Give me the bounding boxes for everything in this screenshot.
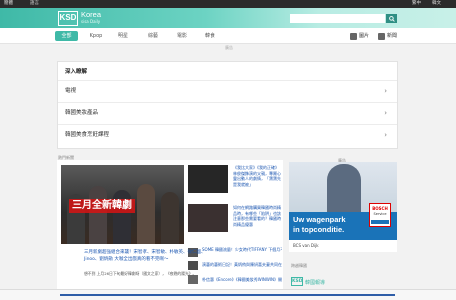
ad-headline-1: Uw wagenpark — [293, 215, 346, 224]
tab-food[interactable]: 韓食 — [202, 31, 218, 41]
headline-overlay-text: 三月全新韓劇 — [69, 199, 135, 213]
chevron-right-icon: › — [384, 131, 387, 139]
image-icon — [350, 32, 357, 40]
site-logo-text[interactable]: Korea — [81, 11, 101, 19]
topbar-link-2[interactable]: 語言 — [30, 0, 39, 8]
ad-label: 廣告 — [225, 45, 233, 50]
headline-image[interactable]: 三月全新韓劇 — [61, 165, 184, 244]
category-nav: 全部 Kpop 明星 綜藝 電影 韓食 圖片 新聞 — [0, 28, 456, 44]
tab-stars[interactable]: 明星 — [115, 31, 131, 41]
tab-variety[interactable]: 綜藝 — [145, 31, 161, 41]
search-button[interactable] — [386, 14, 397, 23]
footer-logo-text: 韓國報導 — [305, 280, 326, 286]
deep-dive-item-cooking[interactable]: 韓國美食烹飪課程 › — [58, 124, 397, 144]
headline-desc: 想不到 上月26日下旬最好韓劇呀（國文之家），《夜晚的陽光》。 — [84, 271, 197, 276]
deep-dive-item-label: 韓國美食烹飪課程 — [65, 132, 110, 138]
topbar-link-1[interactable]: 簡體 — [4, 0, 13, 8]
chevron-right-icon: › — [384, 87, 387, 95]
headline-title[interactable]: 三月新劇超強組合來襲！宋智孝、宋智敏、朴敏英、徐仁國、Jinoo、劉炳勛 大咖全… — [84, 250, 208, 263]
news-icon — [378, 32, 385, 40]
bosch-bar — [371, 220, 389, 224]
deep-dive-item-label: 韓國美妝產品 — [65, 110, 99, 116]
news-tool[interactable]: 新聞 — [378, 31, 397, 41]
side-advertisement[interactable]: Uw wagenpark in topconditie. BOSCH Servi… — [289, 162, 397, 252]
bosch-service-text: Service — [373, 212, 387, 216]
story-thumbnail[interactable] — [188, 165, 228, 193]
deep-dive-item-tv[interactable]: 電視 › — [58, 80, 397, 100]
search-icon — [388, 15, 395, 22]
side-story-title[interactable]: 如何在網路購買韓國時尚精品時，有哪些「陷阱」也該注意那些需要看的？韓國時尚精品優… — [233, 205, 281, 227]
person-figure — [89, 186, 107, 244]
bottom-bar — [0, 289, 456, 300]
tab-movie[interactable]: 電影 — [174, 31, 190, 41]
deep-dive-item-label: 電視 — [65, 88, 77, 94]
side-story-title[interactable]: 演藝的藝術日記！黃炳侑與陳妍喜夫妻共同在節目中揭示小家庭的… — [202, 262, 282, 268]
deep-dive-panel: 深入瞭解 電視 › 韓國美妝產品 › 韓國美食烹飪課程 › — [57, 61, 398, 149]
side-story-title[interactable]: 《我比大家》《我的正確》林俊傑飾演的父親，專屬心靈出動人的劇情，「寶寶先是我就被… — [233, 165, 281, 187]
side-story-title[interactable]: 朴信惠《Encore》《韓國美妝秀WINWIN》開展影響力… — [202, 277, 282, 283]
person-figure — [161, 192, 179, 244]
tab-all[interactable]: 全部 — [55, 31, 78, 41]
images-tool-label: 圖片 — [359, 33, 370, 39]
images-tool[interactable]: 圖片 — [350, 31, 369, 41]
footer-logo[interactable]: KSD — [291, 277, 303, 286]
person-figure — [137, 184, 155, 244]
ad-headline-2: in topconditie. — [293, 225, 345, 234]
side-story-title[interactable]: SOME 韓國流量！少女時代TIFFANY 下個月不日發起結婚，高談… — [202, 247, 282, 253]
top-bar: 簡體 語言 繁中 韓文 — [0, 0, 456, 8]
bottom-scroll-line — [60, 294, 395, 296]
topbar-link-4[interactable]: 韓文 — [432, 0, 441, 8]
site-logo[interactable]: KSD — [58, 11, 78, 26]
ad-caption: BCS van Dijk — [289, 240, 397, 252]
deep-dive-item-beauty[interactable]: 韓國美妝產品 › — [58, 102, 397, 122]
chevron-right-icon: › — [384, 109, 387, 117]
deep-dive-title: 深入瞭解 — [65, 69, 88, 75]
site-logo-subtitle: sisa Daily — [81, 19, 101, 24]
bosch-logo-text: BOSCH — [372, 206, 388, 211]
story-thumbnail[interactable] — [188, 204, 228, 232]
news-tool-label: 新聞 — [387, 33, 398, 39]
topbar-link-3[interactable]: 繁中 — [412, 0, 421, 8]
search-input[interactable] — [290, 14, 385, 23]
side-bottom-label: 跨越韓國 — [291, 263, 307, 268]
tab-kpop[interactable]: Kpop — [86, 31, 106, 41]
site-header: KSD Korea sisa Daily — [0, 8, 456, 28]
